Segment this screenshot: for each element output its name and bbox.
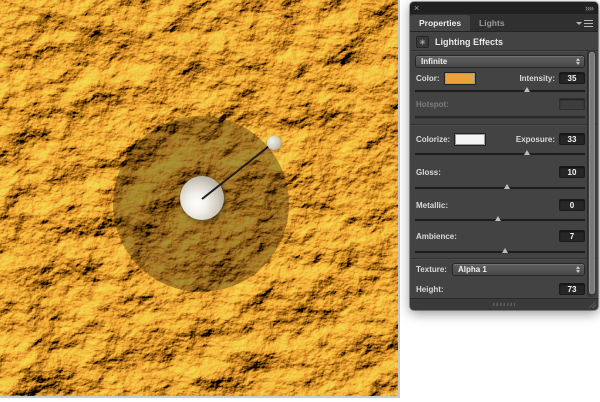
collapse-to-icons-icon[interactable]: »»: [585, 3, 594, 13]
intensity-slider-track[interactable]: [415, 90, 585, 93]
properties-panel: × »» Properties Lights ✳ Lighting Effect…: [410, 2, 598, 310]
metallic-label[interactable]: Metallic:: [416, 201, 448, 210]
texture-select[interactable]: Alpha 1: [451, 262, 585, 276]
close-icon[interactable]: ×: [414, 3, 419, 13]
resize-dots-handle[interactable]: [493, 303, 515, 306]
hotspot-slider: [415, 112, 585, 120]
ambience-label[interactable]: Ambience:: [416, 232, 457, 241]
light-color-swatch[interactable]: [444, 72, 475, 84]
panel-menu-icon[interactable]: [576, 20, 593, 27]
ambience-value[interactable]: 7: [559, 230, 585, 242]
color-label: Color:: [416, 73, 440, 83]
colorize-swatch[interactable]: [455, 133, 486, 145]
panel-tabs: Properties Lights: [410, 14, 598, 32]
metallic-value[interactable]: 0: [559, 199, 585, 211]
chevron-down-icon: [576, 22, 582, 25]
exposure-slider-thumb[interactable]: [524, 150, 531, 155]
hotspot-slider-track: [415, 116, 585, 119]
document-canvas: [0, 0, 400, 398]
lighting-effects-icon: ✳: [416, 35, 429, 48]
light-type-value: Infinite: [421, 57, 448, 66]
exposure-slider[interactable]: [415, 149, 585, 157]
intensity-label[interactable]: Intensity:: [519, 74, 555, 83]
gloss-label[interactable]: Gloss:: [416, 168, 441, 177]
panel-content: ✳ Lighting Effects Infinite Color: Inten…: [410, 32, 598, 299]
panel-bottom-bar: [410, 298, 598, 310]
resize-grip-icon[interactable]: [588, 300, 596, 308]
tab-properties[interactable]: Properties: [410, 15, 471, 31]
colorize-label: Colorize:: [416, 134, 451, 144]
metallic-slider-thumb[interactable]: [495, 216, 502, 221]
texture-label: Texture:: [416, 264, 447, 274]
panel-scrollbar[interactable]: [587, 50, 596, 297]
light-type-select[interactable]: Infinite: [415, 55, 585, 68]
ambience-slider-thumb[interactable]: [502, 248, 509, 253]
separator: [410, 124, 598, 126]
exposure-slider-track[interactable]: [415, 153, 585, 156]
panel-titlebar[interactable]: × »»: [410, 2, 598, 14]
scrollbar-thumb[interactable]: [589, 52, 595, 294]
separator: [410, 258, 598, 260]
hotspot-label: Hotspot:: [416, 99, 449, 109]
gloss-slider-track[interactable]: [415, 187, 585, 190]
ambience-slider[interactable]: [415, 247, 585, 255]
gloss-value[interactable]: 10: [559, 166, 585, 178]
intensity-slider[interactable]: [415, 86, 585, 94]
ambience-slider-track[interactable]: [415, 251, 585, 254]
height-value[interactable]: 73: [559, 283, 585, 295]
gloss-slider-thumb[interactable]: [503, 184, 510, 189]
intensity-value[interactable]: 35: [559, 72, 585, 84]
intensity-slider-thumb[interactable]: [524, 87, 531, 92]
light-widget-handle-ball[interactable]: [267, 136, 281, 150]
hotspot-value: [559, 98, 585, 110]
select-stepper-icon: [576, 265, 580, 273]
exposure-value[interactable]: 33: [559, 133, 585, 145]
texture-value: Alpha 1: [457, 264, 487, 274]
hamburger-icon: [584, 20, 593, 27]
panel-header: ✳ Lighting Effects: [416, 35, 592, 48]
select-stepper-icon: [576, 58, 580, 65]
separator: [410, 50, 598, 52]
page-title: Lighting Effects: [435, 36, 503, 47]
height-label[interactable]: Height:: [416, 285, 444, 294]
metallic-slider[interactable]: [415, 215, 585, 223]
tab-lights[interactable]: Lights: [470, 15, 514, 31]
exposure-label[interactable]: Exposure:: [516, 135, 555, 144]
gloss-slider[interactable]: [415, 183, 585, 191]
